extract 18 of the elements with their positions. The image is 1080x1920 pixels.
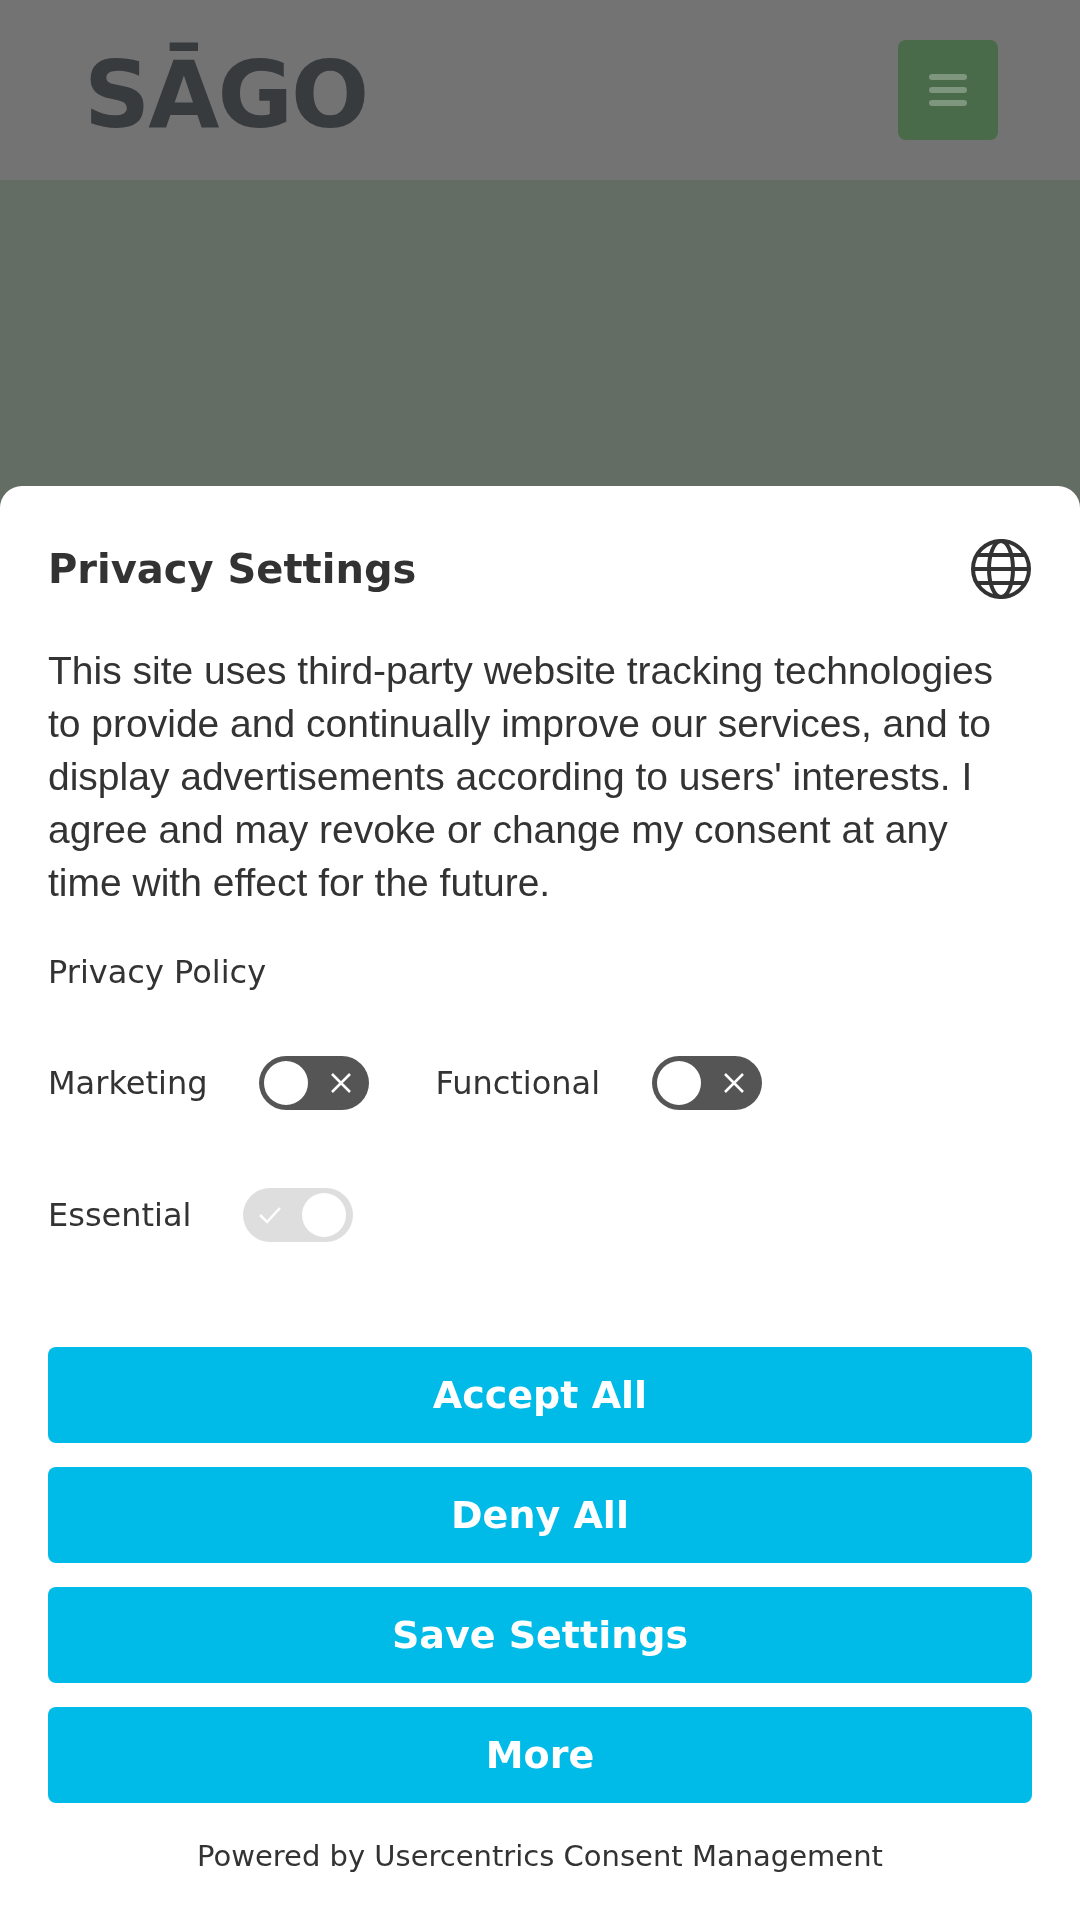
action-button[interactable]: Deny All bbox=[48, 1467, 1032, 1563]
toggle-switch[interactable] bbox=[259, 1056, 370, 1110]
toggle-switch[interactable] bbox=[652, 1056, 763, 1110]
toggle-label: Functional bbox=[435, 1064, 601, 1102]
action-button[interactable]: More bbox=[48, 1707, 1032, 1803]
menu-icon bbox=[928, 73, 968, 107]
consent-description: This site uses third-party website tracking technologies to provide and continually improve our services, and to display advertisements according to users' interests. I agree and may revoke or change my consent at any time with effect for the future. bbox=[48, 648, 995, 906]
privacy-policy-link[interactable]: Privacy Policy bbox=[48, 953, 267, 991]
close-icon bbox=[329, 1071, 354, 1095]
toggle-label: Marketing bbox=[48, 1064, 208, 1102]
close-icon bbox=[722, 1071, 747, 1095]
powered-by-text: Powered by Usercentrics Consent Management bbox=[197, 1839, 883, 1873]
globe-icon[interactable] bbox=[970, 538, 1032, 600]
dialog-title: Privacy Settings bbox=[48, 546, 417, 592]
toggle-label: Essential bbox=[48, 1196, 192, 1234]
action-button[interactable]: Accept All bbox=[48, 1347, 1032, 1443]
action-button[interactable]: Save Settings bbox=[48, 1587, 1032, 1683]
logo: SĀGO bbox=[84, 41, 368, 142]
